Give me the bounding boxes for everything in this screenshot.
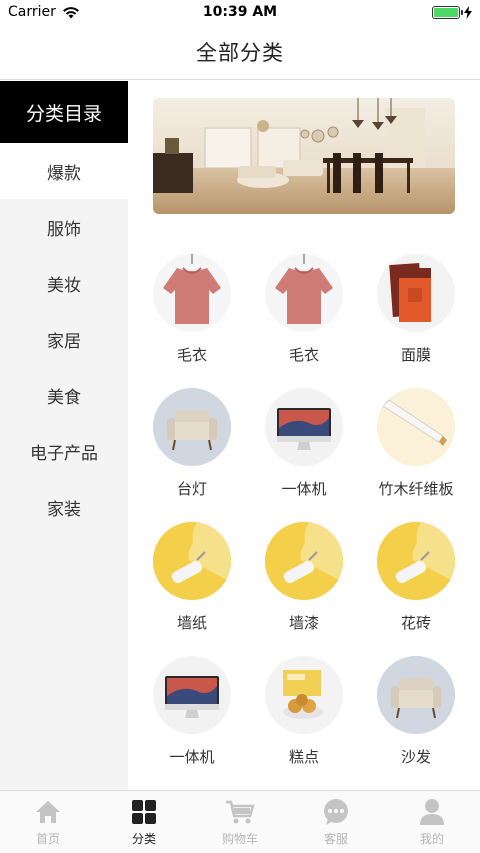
product-label: 面膜	[400, 346, 431, 364]
category-sidebar: 分类目录 爆款 服饰 美妆 家居 美食 电子产品 家装	[0, 81, 128, 790]
sidebar-item-label: 爆款	[47, 163, 81, 184]
tab-label: 客服	[323, 832, 348, 846]
sweater-icon	[265, 254, 343, 332]
product-label: 毛衣	[288, 346, 319, 364]
nav-bar: 全部分类	[0, 24, 480, 80]
product-item[interactable]: 毛衣	[248, 254, 360, 374]
product-item[interactable]: 竹木纤维板	[360, 388, 472, 508]
product-label: 沙发	[400, 748, 431, 766]
sidebar-header: 分类目录	[0, 81, 128, 143]
tab-label: 我的	[419, 832, 444, 846]
sidebar-item-label: 电子产品	[30, 443, 98, 464]
product-label: 糕点	[288, 748, 319, 766]
product-item[interactable]: 墙漆	[248, 522, 360, 642]
product-label: 台灯	[176, 480, 207, 498]
sidebar-item-electronics[interactable]: 电子产品	[0, 423, 128, 479]
tab-label: 购物车	[221, 832, 258, 846]
charging-bolt-icon	[464, 5, 472, 19]
status-left: Carrier	[8, 4, 80, 20]
sidebar-item-label: 美食	[47, 387, 81, 408]
product-item[interactable]: 一体机	[248, 388, 360, 508]
chat-icon	[321, 797, 351, 827]
product-item[interactable]: 一体机	[136, 656, 248, 776]
sidebar-item-food[interactable]: 美食	[0, 367, 128, 423]
sidebar-item-beauty[interactable]: 美妆	[0, 255, 128, 311]
sidebar-item-decoration[interactable]: 家装	[0, 479, 128, 535]
category-icon	[129, 797, 159, 827]
product-label: 一体机	[169, 748, 215, 766]
status-right	[432, 5, 472, 19]
pastry-icon	[265, 656, 343, 734]
status-bar: Carrier 10:39 AM	[0, 0, 480, 24]
home-icon	[33, 797, 63, 827]
product-label: 墙纸	[176, 614, 207, 632]
molding-icon	[377, 388, 455, 466]
carrier-label: Carrier	[8, 4, 56, 20]
profile-icon	[417, 797, 447, 827]
wifi-icon	[62, 6, 79, 18]
product-item[interactable]: 面膜	[360, 254, 472, 374]
sidebar-item-label: 家居	[47, 331, 81, 352]
sweater-icon	[153, 254, 231, 332]
product-item[interactable]: 墙纸	[136, 522, 248, 642]
product-item[interactable]: 台灯	[136, 388, 248, 508]
imac-icon	[265, 388, 343, 466]
banner-image[interactable]	[153, 98, 455, 214]
product-item[interactable]: 糕点	[248, 656, 360, 776]
sidebar-item-hot[interactable]: 爆款	[0, 143, 128, 199]
face-mask-icon	[377, 254, 455, 332]
armchair-icon	[153, 388, 231, 466]
tab-label: 分类	[131, 832, 156, 846]
sidebar-item-label: 美妆	[47, 275, 81, 296]
tab-profile[interactable]: 我的	[384, 791, 480, 853]
tab-bar: 首页 分类 购物车 客服 我的	[0, 790, 480, 853]
product-label: 墙漆	[288, 614, 319, 632]
tab-category[interactable]: 分类	[96, 791, 192, 853]
paint-roller-icon	[153, 522, 231, 600]
page-title: 全部分类	[196, 40, 284, 65]
product-label: 毛衣	[176, 346, 207, 364]
tab-cart[interactable]: 购物车	[192, 791, 288, 853]
tab-service[interactable]: 客服	[288, 791, 384, 853]
product-label: 一体机	[281, 480, 327, 498]
armchair-icon	[377, 656, 455, 734]
paint-roller-icon	[265, 522, 343, 600]
sidebar-item-apparel[interactable]: 服饰	[0, 199, 128, 255]
paint-roller-icon	[377, 522, 455, 600]
sidebar-item-label: 家装	[47, 499, 81, 520]
imac-icon	[153, 656, 231, 734]
product-item[interactable]: 花砖	[360, 522, 472, 642]
sidebar-item-label: 服饰	[47, 219, 81, 240]
tab-label: 首页	[35, 832, 60, 846]
sidebar-item-home[interactable]: 家居	[0, 311, 128, 367]
living-room-illustration	[153, 98, 455, 214]
cart-icon	[225, 797, 255, 827]
tab-home[interactable]: 首页	[0, 791, 96, 853]
category-content: 毛衣 毛衣 面膜 台灯 一体机 竹木纤维板 墙纸 墙漆 花砖 一体机 糕点 沙发	[128, 81, 480, 790]
battery-icon	[432, 5, 463, 19]
product-item[interactable]: 沙发	[360, 656, 472, 776]
product-item[interactable]: 毛衣	[136, 254, 248, 374]
product-label: 竹木纤维板	[378, 480, 454, 498]
product-label: 花砖	[400, 614, 431, 632]
